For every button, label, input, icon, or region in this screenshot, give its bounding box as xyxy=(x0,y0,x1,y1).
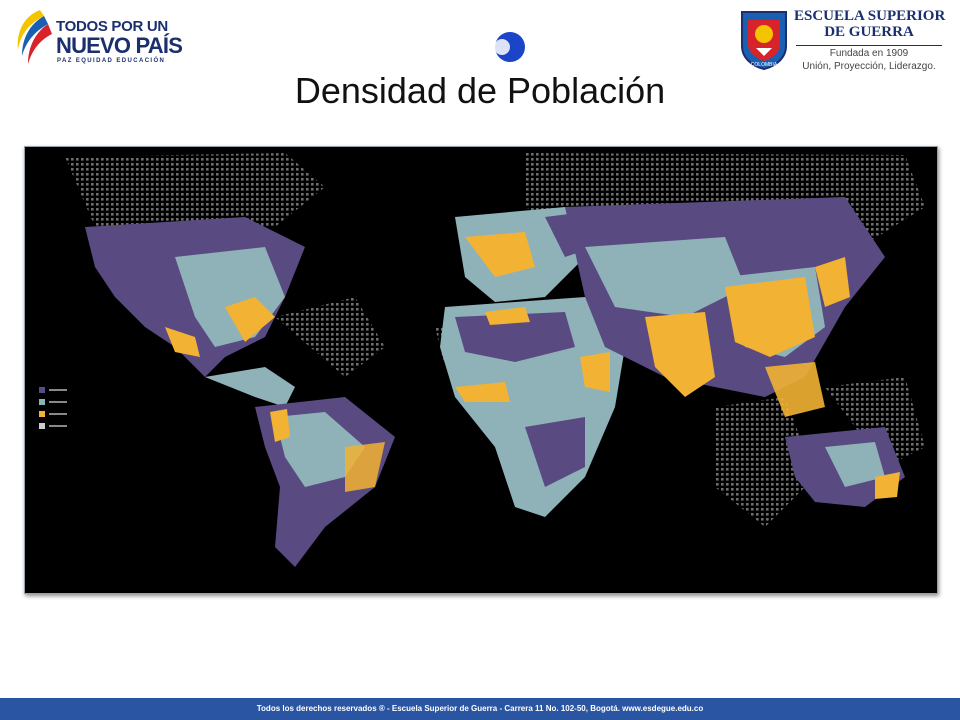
logo-divider xyxy=(796,45,942,46)
slide-title: Densidad de Población xyxy=(294,70,666,111)
school-founded: Fundada en 1909 xyxy=(829,48,909,59)
shield-text: COLOMBIA xyxy=(751,62,778,68)
logo-tagline: PAZ EQUIDAD EDUCACIÓN xyxy=(57,58,166,64)
school-name-line1: ESCUELA SUPERIOR xyxy=(794,8,946,24)
colombia-swoosh-icon xyxy=(17,10,52,64)
logo-line2: NUEVO PAÍS xyxy=(56,33,183,58)
school-motto: Unión, Proyección, Liderazgo. xyxy=(802,61,936,72)
footer-bar: Todos los derechos reservados ® - Escuel… xyxy=(0,698,960,720)
school-name-line2: DE GUERRA xyxy=(824,24,914,40)
crescent-circle-icon xyxy=(494,32,525,62)
world-map-graphic xyxy=(25,147,937,593)
todos-por-un-nuevo-pais-logo: TODOS POR UN NUEVO PAÍS PAZ EQUIDAD EDUC… xyxy=(10,6,183,70)
population-density-world-map xyxy=(24,146,938,594)
escuela-superior-de-guerra-logo: COLOMBIA ESCUELA SUPERIOR DE GUERRA Fund… xyxy=(738,8,948,72)
esdegue-shield-icon: COLOMBIA xyxy=(741,11,787,70)
